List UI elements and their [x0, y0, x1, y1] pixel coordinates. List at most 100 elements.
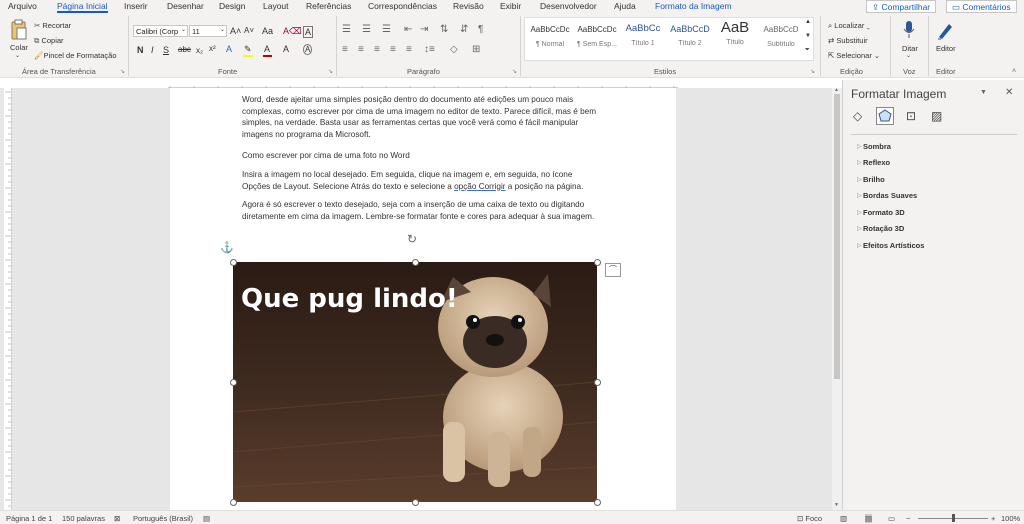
artistic-effects-section[interactable]: Efeitos Artísticos	[863, 241, 924, 250]
cut-button[interactable]: ✂ Recortar	[34, 21, 71, 30]
tab-desenvolvedor[interactable]: Desenvolvedor	[540, 1, 597, 11]
styles-more-icon[interactable]: ⏷	[805, 47, 810, 54]
styles-scroll-down-icon[interactable]: ▼	[805, 33, 811, 39]
vertical-ruler[interactable]	[4, 88, 12, 510]
resize-handle[interactable]	[230, 499, 237, 506]
layout-size-icon[interactable]: ⊡	[906, 109, 916, 123]
style-subtitle[interactable]: AaBbCcD Subtítulo	[758, 18, 804, 58]
picture-icon[interactable]: ▨	[931, 109, 942, 123]
paragraph[interactable]: Como escrever por cima de uma foto no Wo…	[242, 150, 602, 162]
styles-launcher-icon[interactable]: ↘	[810, 68, 815, 75]
increase-indent-icon[interactable]: ⇥	[420, 24, 428, 35]
resize-handle[interactable]	[594, 379, 601, 386]
read-mode-icon[interactable]: ▥	[840, 514, 847, 523]
resize-handle[interactable]	[230, 379, 237, 386]
tab-ajuda[interactable]: Ajuda	[614, 1, 636, 11]
font-family-chevron-icon[interactable]: ⌄	[181, 26, 186, 33]
font-family-select[interactable]: Calibri (Corp	[133, 25, 188, 37]
italic-button[interactable]: I	[151, 45, 154, 55]
justify-icon[interactable]: ≡	[390, 44, 396, 55]
accessibility-icon[interactable]: ▤	[203, 514, 210, 523]
collapse-ribbon-icon[interactable]: ˄	[1012, 68, 1016, 75]
layout-options-button[interactable]: ⌒	[605, 263, 621, 277]
font-color-icon[interactable]: A	[264, 44, 270, 54]
select-button[interactable]: ⇱ Selecionar ⌄	[828, 51, 880, 60]
tab-layout[interactable]: Layout	[263, 1, 289, 11]
replace-button[interactable]: ⇄ Substituir	[828, 36, 868, 45]
tab-pagina-inicial[interactable]: Página Inicial	[57, 1, 108, 13]
resize-handle[interactable]	[594, 499, 601, 506]
soft-edges-section[interactable]: Bordas Suaves	[863, 191, 917, 200]
subscript-icon[interactable]: x₂	[196, 46, 203, 55]
tab-referencias[interactable]: Referências	[306, 1, 351, 11]
enclose-characters-icon[interactable]: A	[303, 44, 313, 55]
align-left-icon[interactable]: ≡	[342, 44, 348, 55]
3d-rotation-section[interactable]: Rotação 3D	[863, 224, 904, 233]
strikethrough-button[interactable]: abc	[178, 45, 191, 54]
resize-handle[interactable]	[412, 259, 419, 266]
style-normal[interactable]: AaBbCcDc ¶ Normal	[527, 18, 573, 58]
distributed-icon[interactable]: ≡	[406, 44, 412, 55]
paragraph[interactable]: Agora é só escrever o texto desejado, se…	[242, 199, 602, 222]
word-count[interactable]: 150 palavras	[62, 514, 105, 523]
styles-scroll-up-icon[interactable]: ▲	[805, 19, 811, 25]
glow-section[interactable]: Brilho	[863, 175, 885, 184]
style-title[interactable]: AaB Título	[712, 18, 758, 58]
numbering-icon[interactable]: ☰	[362, 24, 371, 35]
scroll-down-icon[interactable]: ▼	[834, 502, 839, 508]
zoom-out-icon[interactable]: −	[906, 514, 910, 523]
pilcrow-icon[interactable]: ¶	[478, 24, 483, 35]
page-count[interactable]: Página 1 de 1	[6, 514, 52, 523]
tab-correspondencias[interactable]: Correspondências	[368, 1, 437, 11]
comments-button[interactable]: ▭ Comentários	[946, 0, 1017, 13]
effects-tab[interactable]	[876, 107, 894, 125]
language-status[interactable]: Português (Brasil)	[133, 514, 193, 523]
text-effects-icon[interactable]: A	[226, 44, 232, 54]
shading-icon[interactable]: A	[283, 44, 289, 54]
shadow-section[interactable]: Sombra	[863, 142, 891, 151]
share-button[interactable]: ⇪ Compartilhar	[866, 0, 937, 13]
grow-font-icon[interactable]: A˄	[230, 26, 241, 36]
grammar-underlined-text[interactable]: opção Corrigir	[454, 182, 505, 191]
zoom-slider-thumb[interactable]	[952, 514, 955, 522]
shrink-font-icon[interactable]: A˅	[244, 26, 254, 35]
tab-desenhar[interactable]: Desenhar	[167, 1, 204, 11]
tab-revisao[interactable]: Revisão	[453, 1, 484, 11]
change-case-icon[interactable]: Aa	[262, 26, 273, 36]
tab-design[interactable]: Design	[219, 1, 245, 11]
sort-icon[interactable]: ⇵	[460, 24, 468, 35]
close-icon[interactable]: ✕	[1005, 87, 1013, 98]
resize-handle[interactable]	[412, 499, 419, 506]
style-heading-2[interactable]: AaBbCcD Título 2	[667, 18, 713, 58]
underline-button[interactable]: S	[163, 45, 169, 55]
font-size-chevron-icon[interactable]: ⌄	[220, 26, 225, 33]
paste-chevron-icon[interactable]: ⌄	[15, 52, 20, 59]
scrollbar-thumb[interactable]	[834, 94, 840, 379]
resize-handle[interactable]	[594, 259, 601, 266]
asian-layout-icon[interactable]: ⇅	[440, 24, 448, 35]
find-button[interactable]: ⌕ Localizar ⌄	[828, 21, 870, 31]
horizontal-ruler[interactable]	[168, 80, 678, 92]
dictate-button[interactable]	[899, 19, 919, 41]
line-spacing-icon[interactable]: ↕≡	[424, 44, 435, 55]
rotate-handle-icon[interactable]: ↻	[407, 232, 417, 246]
scroll-up-icon[interactable]: ▲	[834, 87, 839, 93]
multilevel-list-icon[interactable]: ☰	[382, 24, 391, 35]
paragraph[interactable]: Insira a imagem no local desejado. Em se…	[242, 169, 602, 192]
style-heading-1[interactable]: AaBbCc Título 1	[620, 18, 666, 58]
highlight-icon[interactable]: ✎	[244, 44, 252, 55]
print-layout-icon[interactable]: ▤	[865, 514, 873, 523]
tab-formato-da-imagem[interactable]: Formato da Imagem	[655, 1, 732, 11]
font-launcher-icon[interactable]: ↘	[328, 68, 333, 75]
paragraph-launcher-icon[interactable]: ↘	[512, 68, 517, 75]
proofing-icon[interactable]: ⊠	[114, 514, 120, 523]
clear-formatting-icon[interactable]: A⌫	[283, 26, 302, 37]
pug-image[interactable]: Que pug lindo!	[233, 262, 597, 502]
format-painter-button[interactable]: 🖌Pincel de Formatação	[34, 51, 116, 60]
bold-button[interactable]: N	[137, 45, 144, 55]
image-caption[interactable]: Que pug lindo!	[241, 284, 458, 314]
align-center-icon[interactable]: ≡	[358, 44, 364, 55]
phonetic-guide-icon[interactable]: A	[303, 26, 314, 38]
resize-handle[interactable]	[230, 259, 237, 266]
pane-options-icon[interactable]: ▼	[980, 89, 987, 96]
